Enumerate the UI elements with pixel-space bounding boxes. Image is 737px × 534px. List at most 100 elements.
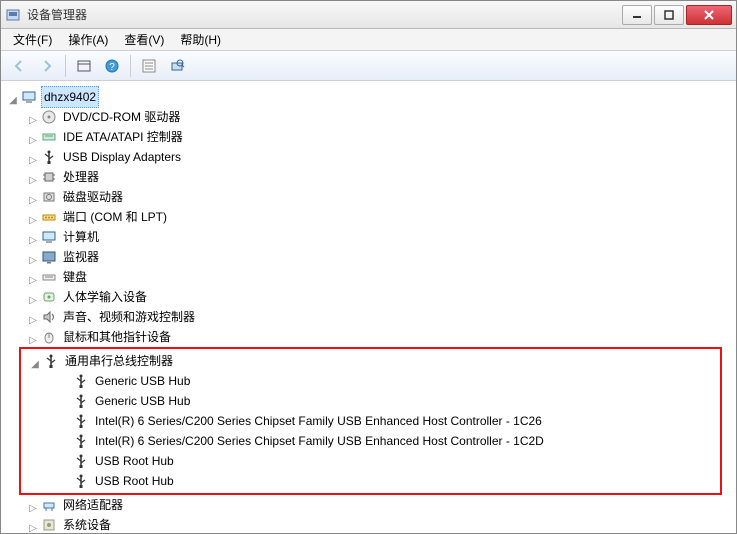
expander-icon[interactable]: ▷ (27, 131, 39, 143)
tree-item-label: 监视器 (61, 247, 101, 267)
scan-hardware-button[interactable] (164, 54, 190, 78)
maximize-button[interactable] (654, 5, 684, 25)
expander-icon[interactable] (59, 475, 71, 487)
tree-item-label: DVD/CD-ROM 驱动器 (61, 107, 182, 127)
tree-item-label: 人体学输入设备 (61, 287, 149, 307)
tree-item[interactable]: ▷ 处理器 (5, 167, 732, 187)
tree-item-label: USB Root Hub (93, 471, 176, 491)
usb-icon (73, 453, 89, 469)
tree-item[interactable]: ▷ 声音、视频和游戏控制器 (5, 307, 732, 327)
menu-view[interactable]: 查看(V) (116, 29, 172, 50)
tree-item-label: 处理器 (61, 167, 101, 187)
usb-icon (73, 433, 89, 449)
help-button[interactable]: ? (99, 54, 125, 78)
properties-button[interactable] (136, 54, 162, 78)
minimize-button[interactable] (622, 5, 652, 25)
tree-item-label: Generic USB Hub (93, 371, 192, 391)
expander-icon[interactable]: ▷ (27, 311, 39, 323)
port-icon (41, 209, 57, 225)
show-hidden-button[interactable] (71, 54, 97, 78)
expander-icon[interactable]: ▷ (27, 251, 39, 263)
expander-icon[interactable]: ◢ (29, 355, 41, 367)
tree-item-label: USB Root Hub (93, 451, 176, 471)
tree-item[interactable]: Generic USB Hub (21, 391, 720, 411)
menu-file[interactable]: 文件(F) (5, 29, 60, 50)
toolbar-separator (130, 55, 131, 77)
menu-bar: 文件(F) 操作(A) 查看(V) 帮助(H) (1, 29, 736, 51)
usb-icon (43, 353, 59, 369)
tree-item[interactable]: ▷ USB Display Adapters (5, 147, 732, 167)
tree-item[interactable]: ▷ 计算机 (5, 227, 732, 247)
net-icon (41, 497, 57, 513)
tree-item[interactable]: ▷ 磁盘驱动器 (5, 187, 732, 207)
pc-icon (41, 229, 57, 245)
tree-root-node[interactable]: ◢ dhzx9402 (5, 87, 732, 107)
tree-item[interactable]: ▷ IDE ATA/ATAPI 控制器 (5, 127, 732, 147)
forward-button[interactable] (34, 54, 60, 78)
svg-text:?: ? (109, 62, 115, 73)
expander-icon[interactable]: ▷ (27, 231, 39, 243)
expander-icon[interactable] (59, 375, 71, 387)
expander-icon[interactable]: ▷ (27, 519, 39, 531)
tree-item[interactable]: ▷ 端口 (COM 和 LPT) (5, 207, 732, 227)
expander-icon[interactable]: ▷ (27, 191, 39, 203)
expander-icon[interactable]: ▷ (27, 151, 39, 163)
tree-item[interactable]: Intel(R) 6 Series/C200 Series Chipset Fa… (21, 431, 720, 451)
expander-icon[interactable] (59, 415, 71, 427)
tree-category-usb-controllers[interactable]: ◢ 通用串行总线控制器 (21, 351, 720, 371)
expander-icon[interactable]: ▷ (27, 331, 39, 343)
expander-icon[interactable]: ▷ (27, 271, 39, 283)
tree-item[interactable]: ▷ DVD/CD-ROM 驱动器 (5, 107, 732, 127)
tree-item[interactable]: ▷ 人体学输入设备 (5, 287, 732, 307)
keyboard-icon (41, 269, 57, 285)
tree-item-label: 端口 (COM 和 LPT) (61, 207, 169, 227)
tree-item[interactable]: ▷ 键盘 (5, 267, 732, 287)
ide-icon (41, 129, 57, 145)
usb-icon (73, 413, 89, 429)
tree-item[interactable]: ▷ 网络适配器 (5, 495, 732, 515)
expander-icon[interactable]: ◢ (7, 91, 19, 103)
expander-icon[interactable]: ▷ (27, 171, 39, 183)
device-tree[interactable]: ◢ dhzx9402 ▷ DVD/CD-ROM 驱动器 ▷ IDE ATA/AT… (1, 81, 736, 533)
expander-icon[interactable]: ▷ (27, 499, 39, 511)
tree-item-label: 计算机 (61, 227, 101, 247)
tree-item-label: Intel(R) 6 Series/C200 Series Chipset Fa… (93, 431, 546, 451)
disc-icon (41, 109, 57, 125)
tree-item-label: 鼠标和其他指针设备 (61, 327, 173, 347)
tree-item-label: USB Display Adapters (61, 147, 183, 167)
toolbar: ? (1, 51, 736, 81)
menu-action[interactable]: 操作(A) (60, 29, 116, 50)
tree-item[interactable]: USB Root Hub (21, 451, 720, 471)
close-button[interactable] (686, 5, 732, 25)
tree-root-label: dhzx9402 (41, 86, 99, 108)
tree-item-label: 键盘 (61, 267, 89, 287)
expander-icon[interactable] (59, 435, 71, 447)
usb-icon (73, 373, 89, 389)
usb-icon (73, 473, 89, 489)
tree-item[interactable]: Intel(R) 6 Series/C200 Series Chipset Fa… (21, 411, 720, 431)
tree-item[interactable]: USB Root Hub (21, 471, 720, 491)
window-buttons (620, 5, 732, 25)
tree-item-label: 网络适配器 (61, 495, 125, 515)
tree-item[interactable]: ▷ 系统设备 (5, 515, 732, 533)
computer-icon (21, 89, 37, 105)
expander-icon[interactable] (59, 395, 71, 407)
monitor-icon (41, 249, 57, 265)
expander-icon[interactable]: ▷ (27, 111, 39, 123)
cpu-icon (41, 169, 57, 185)
tree-item[interactable]: Generic USB Hub (21, 371, 720, 391)
menu-help[interactable]: 帮助(H) (172, 29, 229, 50)
mouse-icon (41, 329, 57, 345)
tree-item-label: 系统设备 (61, 515, 113, 533)
toolbar-separator (65, 55, 66, 77)
expander-icon[interactable]: ▷ (27, 291, 39, 303)
expander-icon[interactable]: ▷ (27, 211, 39, 223)
tree-item-label: Generic USB Hub (93, 391, 192, 411)
tree-item-label: 磁盘驱动器 (61, 187, 125, 207)
expander-icon[interactable] (59, 455, 71, 467)
back-button[interactable] (6, 54, 32, 78)
tree-item[interactable]: ▷ 鼠标和其他指针设备 (5, 327, 732, 347)
sys-icon (41, 517, 57, 533)
tree-item[interactable]: ▷ 监视器 (5, 247, 732, 267)
tree-item-label: IDE ATA/ATAPI 控制器 (61, 127, 185, 147)
